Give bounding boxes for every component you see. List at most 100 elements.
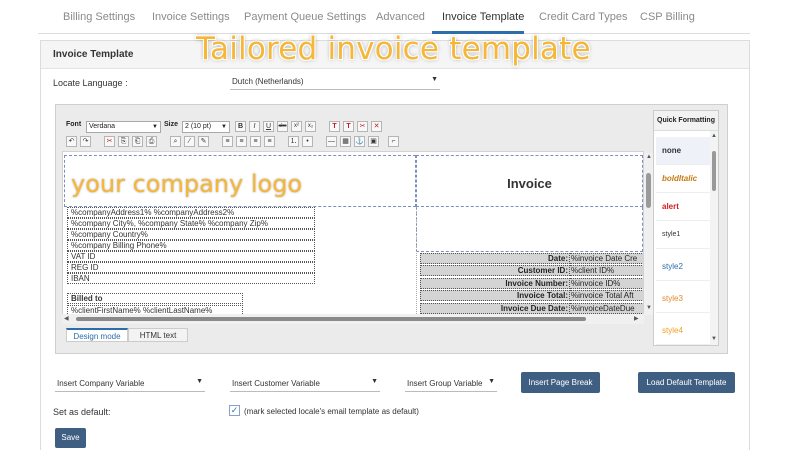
- tab-credit-card-types[interactable]: Credit Card Types: [539, 11, 627, 23]
- copy-icon[interactable]: ⎘: [118, 136, 129, 147]
- set-default-checkbox[interactable]: ✓: [229, 405, 240, 416]
- font-select[interactable]: Verdana ▼: [86, 121, 161, 133]
- invoice-row: Customer ID: %client ID%: [420, 265, 643, 276]
- scroll-left-icon[interactable]: ◀: [64, 315, 69, 322]
- justify-icon[interactable]: ≡: [264, 136, 275, 147]
- align-right-icon[interactable]: ≡: [250, 136, 261, 147]
- chevron-down-icon: ▼: [371, 378, 378, 385]
- settings-tab-bar: Billing Settings Invoice Settings Paymen…: [38, 0, 750, 34]
- font-label: Font: [66, 121, 82, 128]
- save-button[interactable]: Save: [55, 428, 86, 448]
- format-alert[interactable]: alert: [656, 193, 710, 221]
- scroll-thumb[interactable]: [646, 173, 651, 208]
- panel-title: Invoice Template: [53, 49, 134, 60]
- logo-cell: your company logo: [64, 155, 416, 207]
- invoice-row-value: %invoice ID%: [570, 278, 643, 289]
- tab-payment-queue-settings[interactable]: Payment Queue Settings: [244, 11, 366, 23]
- tab-billing-settings[interactable]: Billing Settings: [63, 11, 135, 23]
- invoice-title-cell: Invoice: [416, 155, 643, 207]
- font-value: Verdana: [89, 123, 116, 130]
- scroll-up-icon[interactable]: ▲: [711, 133, 717, 139]
- scroll-down-icon[interactable]: ▼: [646, 305, 652, 311]
- address-line: %company City%, %company State% %company…: [67, 218, 315, 229]
- quick-formatting-title: Quick Formatting: [654, 111, 718, 131]
- invoice-row-value: %client ID%: [570, 265, 643, 276]
- chevron-down-icon: ▼: [221, 124, 227, 130]
- align-left-icon[interactable]: ≡: [222, 136, 233, 147]
- tab-invoice-settings[interactable]: Invoice Settings: [152, 11, 230, 23]
- load-default-template-button[interactable]: Load Default Template: [638, 372, 735, 393]
- locale-select[interactable]: Dutch (Netherlands) ▼: [230, 74, 440, 90]
- link-icon[interactable]: ⌐: [388, 136, 399, 147]
- pen-icon[interactable]: ✎: [198, 136, 209, 147]
- invoice-row: Invoice Total: %invoice Total Aft: [420, 290, 643, 301]
- bold-icon[interactable]: B: [235, 121, 246, 132]
- image-icon[interactable]: ▣: [368, 136, 379, 147]
- quick-formatting-scrollbar[interactable]: ▲ ▼: [710, 131, 718, 345]
- scroll-thumb[interactable]: [712, 151, 716, 191]
- anchor-icon[interactable]: ⚓: [354, 136, 365, 147]
- invoice-row-label: Invoice Total:: [420, 290, 570, 301]
- tab-advanced[interactable]: Advanced: [376, 11, 425, 23]
- superscript-icon[interactable]: x²: [291, 121, 302, 132]
- column-divider: [416, 207, 417, 318]
- invoice-row-label: Customer ID:: [420, 265, 570, 276]
- align-center-icon[interactable]: ≡: [236, 136, 247, 147]
- invoice-row-value: %invoice Total Aft: [570, 290, 643, 301]
- cut-icon[interactable]: ✂: [104, 136, 115, 147]
- scroll-down-icon[interactable]: ▼: [711, 336, 717, 342]
- chevron-down-icon: ▼: [431, 76, 438, 83]
- quick-formatting-panel: Quick Formatting none boldItalic alert s…: [653, 110, 719, 346]
- size-value: 2 (10 pt): [185, 123, 212, 130]
- invoice-heading: Invoice: [507, 176, 552, 191]
- clear-styles-icon[interactable]: ✕: [371, 121, 382, 132]
- scroll-thumb[interactable]: [76, 317, 586, 321]
- ordered-list-icon[interactable]: ⒈: [288, 136, 299, 147]
- chevron-down-icon: ▼: [152, 124, 158, 130]
- cleanup-icon[interactable]: ✂: [357, 121, 368, 132]
- chevron-down-icon: ▼: [488, 378, 495, 385]
- underline-icon[interactable]: U: [263, 121, 274, 132]
- tab-html-text[interactable]: HTML text: [128, 328, 188, 342]
- group-variable-select[interactable]: Insert Group Variable ▼: [405, 376, 497, 392]
- format-bolditalic[interactable]: boldItalic: [656, 165, 710, 193]
- insert-page-break-button[interactable]: Insert Page Break: [521, 372, 600, 393]
- address-line: %company Country%: [67, 229, 315, 240]
- paste-icon[interactable]: ⎗: [132, 136, 143, 147]
- strikethrough-icon[interactable]: abc: [277, 121, 288, 132]
- undo-icon[interactable]: ↶: [66, 136, 77, 147]
- design-canvas[interactable]: your company logo Invoice %companyAddres…: [62, 151, 644, 319]
- remove-format-icon[interactable]: T: [343, 121, 354, 132]
- canvas-horizontal-scrollbar[interactable]: ◀ ▶: [62, 314, 644, 324]
- size-select[interactable]: 2 (10 pt) ▼: [182, 121, 230, 133]
- format-style4[interactable]: style4: [656, 317, 710, 345]
- text-color-icon[interactable]: T: [329, 121, 340, 132]
- address-line: IBAN: [67, 273, 315, 284]
- customer-variable-select[interactable]: Insert Customer Variable ▼: [230, 376, 380, 392]
- find-icon[interactable]: ⌕: [170, 136, 181, 147]
- paste-text-icon[interactable]: ⎙: [146, 136, 157, 147]
- spacer-cell: [416, 207, 643, 252]
- invoice-row-label: Invoice Due Date:: [420, 303, 570, 314]
- italic-icon[interactable]: I: [249, 121, 260, 132]
- company-variable-select[interactable]: Insert Company Variable ▼: [55, 376, 205, 392]
- tab-csp-billing[interactable]: CSP Billing: [640, 11, 695, 23]
- subscript-icon[interactable]: x₂: [305, 121, 316, 132]
- format-none[interactable]: none: [656, 137, 710, 165]
- format-style1[interactable]: style1: [656, 221, 710, 249]
- redo-icon[interactable]: ↷: [80, 136, 91, 147]
- eyedropper-icon[interactable]: ⁄: [184, 136, 195, 147]
- tab-design-mode[interactable]: Design mode: [66, 328, 128, 342]
- checkmark-icon: ✓: [230, 405, 239, 415]
- unordered-list-icon[interactable]: •: [302, 136, 313, 147]
- format-style2[interactable]: style2: [656, 253, 710, 281]
- scroll-right-icon[interactable]: ▶: [634, 315, 639, 322]
- editor-toolbar: Font Verdana ▼ Size 2 (10 pt) ▼ B I U ab…: [63, 117, 643, 151]
- locale-value: Dutch (Netherlands): [232, 77, 304, 86]
- format-style3[interactable]: style3: [656, 285, 710, 313]
- tab-invoice-template[interactable]: Invoice Template: [442, 11, 524, 23]
- address-line: %company Billing Phone%: [67, 240, 315, 251]
- table-icon[interactable]: ▦: [340, 136, 351, 147]
- horizontal-rule-icon[interactable]: —: [326, 136, 337, 147]
- scroll-up-icon[interactable]: ▲: [646, 154, 652, 160]
